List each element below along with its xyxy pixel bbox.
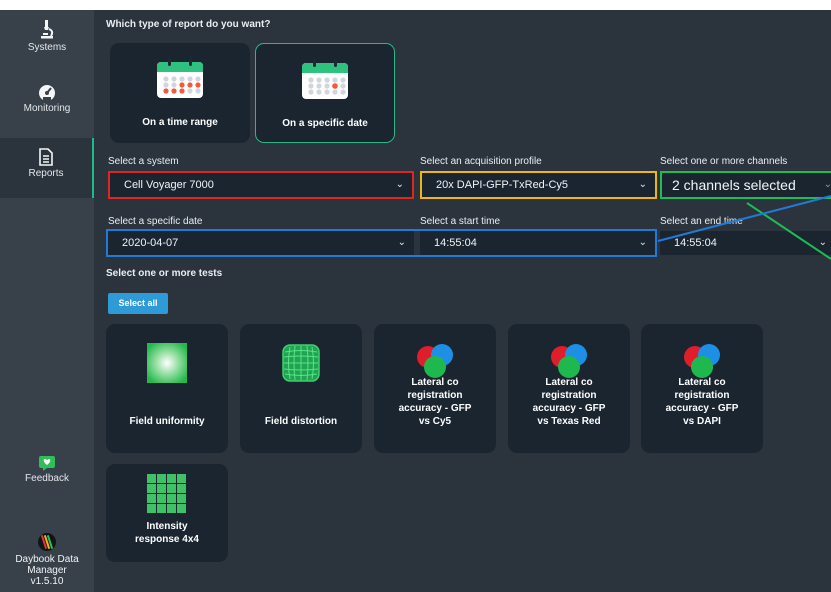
chevron-down-icon: ⌄ bbox=[395, 179, 404, 190]
test-label: Lateral co registration accuracy - GFP vs C… bbox=[398, 377, 472, 427]
test-coregistration-gfp-texas-red-card[interactable]: Lateral co registration accuracy - GFP vs T… bbox=[508, 324, 630, 453]
channels-select-value: 2 channels selected bbox=[672, 177, 796, 193]
chevron-down-icon: ⌄ bbox=[818, 237, 827, 248]
test-label: Field distortion bbox=[264, 416, 338, 427]
sidebar-item-systems[interactable]: Systems bbox=[0, 18, 94, 68]
tests-label: Select one or more tests bbox=[106, 268, 223, 279]
sidebar-item-monitoring[interactable]: Monitoring bbox=[0, 83, 94, 129]
feedback-button[interactable]: Feedback bbox=[0, 455, 94, 495]
end-time-select-value: 14:55:04 bbox=[674, 237, 717, 249]
app-version: v1.5.10 bbox=[30, 576, 64, 587]
feedback-label: Feedback bbox=[25, 473, 69, 484]
report-type-question: Which type of report do you want? bbox=[106, 19, 271, 30]
sidebar-item-label: Systems bbox=[27, 42, 67, 53]
app-name-line2: Manager bbox=[27, 565, 67, 576]
profile-select-value: 20x DAPI-GFP-TxRed-Cy5 bbox=[436, 179, 569, 191]
test-intensity-response-card[interactable]: Intensity response 4x4 bbox=[106, 464, 228, 562]
speedometer-icon bbox=[39, 85, 55, 101]
end-time-label: Select an end time bbox=[660, 216, 743, 227]
calendar-range-icon bbox=[157, 58, 203, 98]
sidebar-item-reports[interactable]: Reports bbox=[0, 138, 94, 198]
report-type-label: On a specific date bbox=[282, 118, 368, 129]
select-all-button[interactable]: Select all bbox=[108, 293, 168, 314]
chevron-down-icon: ⌄ bbox=[638, 179, 647, 190]
test-field-distortion-card[interactable]: Field distortion bbox=[240, 324, 362, 453]
report-type-specific-date-card[interactable]: On a specific date bbox=[255, 43, 395, 143]
microscope-icon bbox=[41, 20, 54, 39]
chevron-down-icon: ⌄ bbox=[823, 179, 831, 190]
test-coregistration-gfp-dapi-card[interactable]: Lateral co registration accuracy - GFP vs D… bbox=[641, 324, 763, 453]
channels-select[interactable]: 2 channels selected ⌄ bbox=[660, 171, 831, 199]
test-coregistration-gfp-cy5-card[interactable]: Lateral co registration accuracy - GFP vs C… bbox=[374, 324, 496, 453]
test-field-uniformity-card[interactable]: Field uniformity bbox=[106, 324, 228, 453]
start-time-label: Select a start time bbox=[420, 216, 501, 227]
test-label: Lateral co registration accuracy - GFP vs T… bbox=[532, 377, 606, 427]
end-time-select[interactable]: 14:55:04 ⌄ bbox=[660, 231, 831, 255]
test-label: Intensity response 4x4 bbox=[135, 521, 199, 545]
report-type-label: On a time range bbox=[142, 117, 218, 128]
app-name-line1: Daybook Data bbox=[15, 554, 79, 565]
system-label: Select a system bbox=[108, 156, 179, 167]
green-grid-icon bbox=[147, 474, 186, 513]
date-label: Select a specific date bbox=[108, 216, 203, 227]
channels-label: Select one or more channels bbox=[660, 156, 788, 167]
heart-chat-icon bbox=[39, 456, 55, 471]
test-label: Lateral co registration accuracy - GFP vs D… bbox=[665, 377, 739, 427]
sidebar: Systems Monitoring Reports Feedback Dayb… bbox=[0, 10, 94, 592]
calendar-date-icon bbox=[302, 59, 348, 99]
distortion-grid-icon bbox=[282, 344, 320, 382]
sidebar-item-label: Monitoring bbox=[23, 103, 71, 114]
main-content: Which type of report do you want? On a t… bbox=[94, 10, 831, 592]
profile-label: Select an acquisition profile bbox=[420, 156, 542, 167]
gradient-square-icon bbox=[147, 343, 187, 383]
system-select-value: Cell Voyager 7000 bbox=[124, 179, 214, 191]
app-info: Daybook Data Manager v1.5.10 bbox=[0, 532, 94, 592]
app-window: Systems Monitoring Reports Feedback Dayb… bbox=[0, 10, 831, 592]
test-label: Field uniformity bbox=[129, 416, 205, 427]
annotation-blue-frame bbox=[106, 229, 657, 257]
report-type-time-range-card[interactable]: On a time range bbox=[110, 43, 250, 143]
app-logo-icon bbox=[38, 533, 56, 551]
system-select[interactable]: Cell Voyager 7000 ⌄ bbox=[108, 171, 414, 199]
sidebar-item-label: Reports bbox=[28, 168, 64, 179]
document-icon bbox=[39, 148, 53, 166]
acquisition-profile-select[interactable]: 20x DAPI-GFP-TxRed-Cy5 ⌄ bbox=[420, 171, 657, 199]
